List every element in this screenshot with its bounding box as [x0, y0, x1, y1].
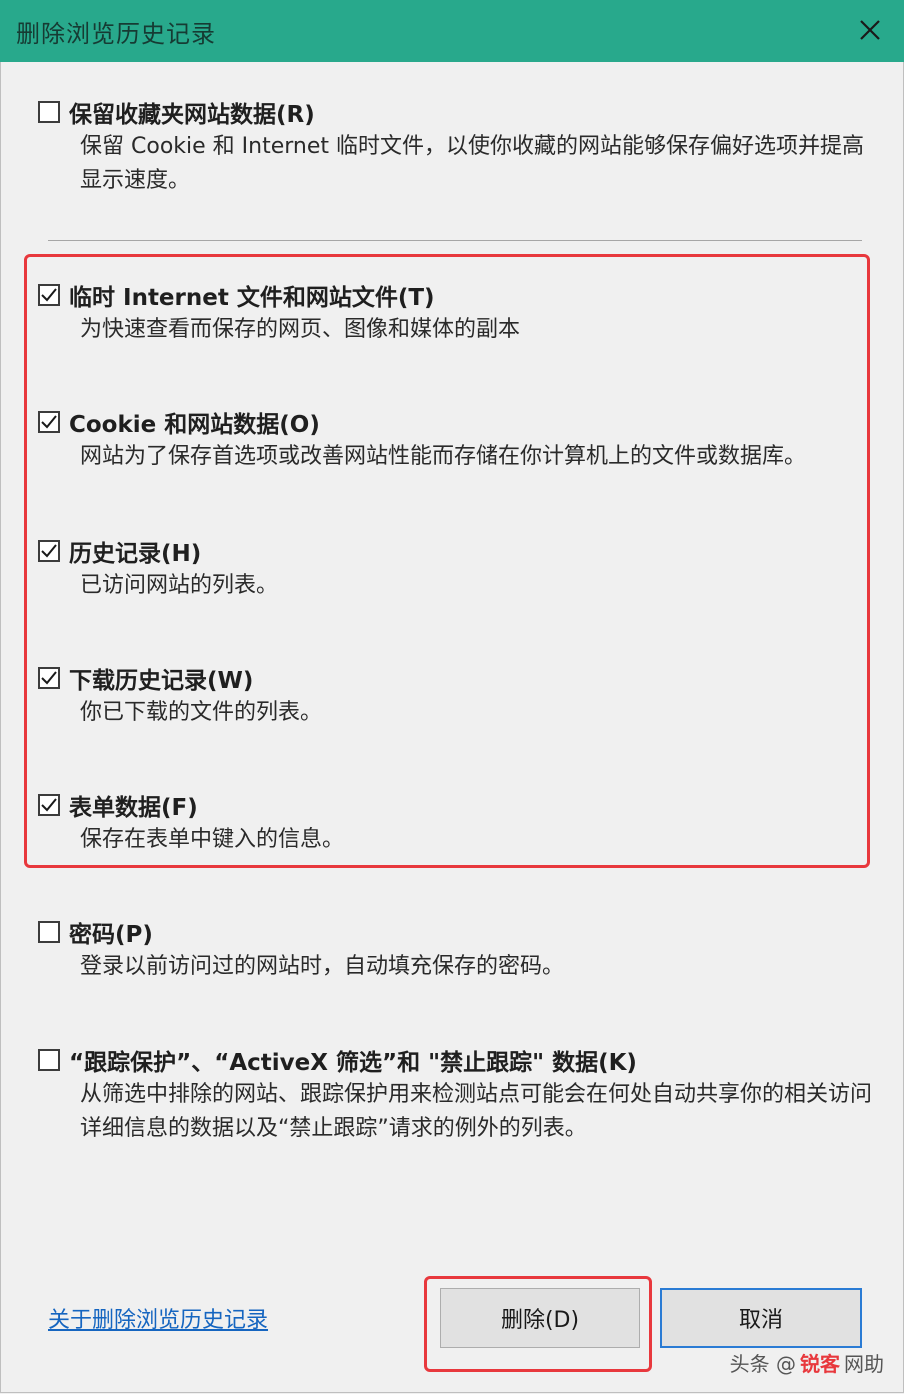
checkbox-tracking-protection[interactable]: [38, 1049, 60, 1071]
delete-button-label: 删除(D): [500, 1308, 580, 1333]
option-history: 历史记录(H) 已访问网站的列表。: [38, 535, 884, 603]
help-link[interactable]: 关于删除浏览历史记录: [48, 1302, 268, 1334]
watermark-prefix: 头条 @: [729, 1352, 796, 1376]
checkbox-cookies[interactable]: [38, 411, 60, 433]
option-description: 从筛选中排除的网站、跟踪保护用来检测站点可能会在何处自动共享你的相关访问详细信息…: [80, 1082, 873, 1141]
option-tracking-protection: “跟踪保护”、“ActiveX 筛选”和 "禁止跟踪" 数据(K) 从筛选中排除…: [38, 1044, 884, 1146]
option-label: 临时 Internet 文件和网站文件(T): [69, 285, 435, 311]
option-label: “跟踪保护”、“ActiveX 筛选”和 "禁止跟踪" 数据(K): [69, 1050, 637, 1076]
title-bar: 删除浏览历史记录: [0, 0, 904, 62]
delete-button[interactable]: 删除(D): [440, 1288, 640, 1348]
checkmark-icon: [41, 544, 57, 558]
option-form-data: 表单数据(F) 保存在表单中键入的信息。: [38, 789, 884, 857]
checkbox-temp-files[interactable]: [38, 284, 60, 306]
checkbox-passwords[interactable]: [38, 921, 60, 943]
watermark-accent: 锐客: [800, 1352, 840, 1376]
checkbox-form-data[interactable]: [38, 794, 60, 816]
option-label: 表单数据(F): [69, 795, 198, 821]
option-description: 保留 Cookie 和 Internet 临时文件，以使你收藏的网站能够保存偏好…: [80, 134, 864, 193]
checkmark-icon: [41, 798, 57, 812]
option-preserve-favorites: 保留收藏夹网站数据(R) 保留 Cookie 和 Internet 临时文件，以…: [38, 96, 884, 198]
cancel-button-label: 取消: [738, 1308, 783, 1333]
cancel-button[interactable]: 取消: [660, 1288, 862, 1348]
option-cookies: Cookie 和网站数据(O) 网站为了保存首选项或改善网站性能而存储在你计算机…: [38, 406, 884, 474]
separator: [48, 240, 862, 241]
checkmark-icon: [41, 415, 57, 429]
option-description: 登录以前访问过的网站时，自动填充保存的密码。: [80, 954, 565, 979]
checkbox-download-history[interactable]: [38, 667, 60, 689]
option-label: 密码(P): [69, 922, 153, 948]
watermark: 头条 @ 锐客 网助: [730, 1348, 884, 1377]
checkbox-preserve-favorites[interactable]: [38, 101, 60, 123]
close-icon: [860, 20, 880, 40]
option-label: 下载历史记录(W): [69, 668, 254, 694]
option-temp-files: 临时 Internet 文件和网站文件(T) 为快速查看而保存的网页、图像和媒体…: [38, 279, 884, 347]
close-button[interactable]: [852, 12, 888, 48]
option-label: Cookie 和网站数据(O): [69, 412, 320, 438]
option-description: 已访问网站的列表。: [80, 573, 279, 598]
checkmark-icon: [41, 671, 57, 685]
option-download-history: 下载历史记录(W) 你已下载的文件的列表。: [38, 662, 884, 730]
checkmark-icon: [41, 288, 57, 302]
window-title: 删除浏览历史记录: [16, 20, 216, 48]
option-description: 为快速查看而保存的网页、图像和媒体的副本: [80, 317, 521, 342]
option-description: 保存在表单中键入的信息。: [80, 827, 345, 852]
watermark-suffix: 网助: [844, 1352, 884, 1376]
option-passwords: 密码(P) 登录以前访问过的网站时，自动填充保存的密码。: [38, 916, 884, 984]
option-label: 保留收藏夹网站数据(R): [69, 102, 315, 128]
checkbox-history[interactable]: [38, 540, 60, 562]
option-description: 网站为了保存首选项或改善网站性能而存储在你计算机上的文件或数据库。: [80, 444, 807, 469]
option-description: 你已下载的文件的列表。: [80, 700, 323, 725]
option-label: 历史记录(H): [69, 541, 202, 567]
